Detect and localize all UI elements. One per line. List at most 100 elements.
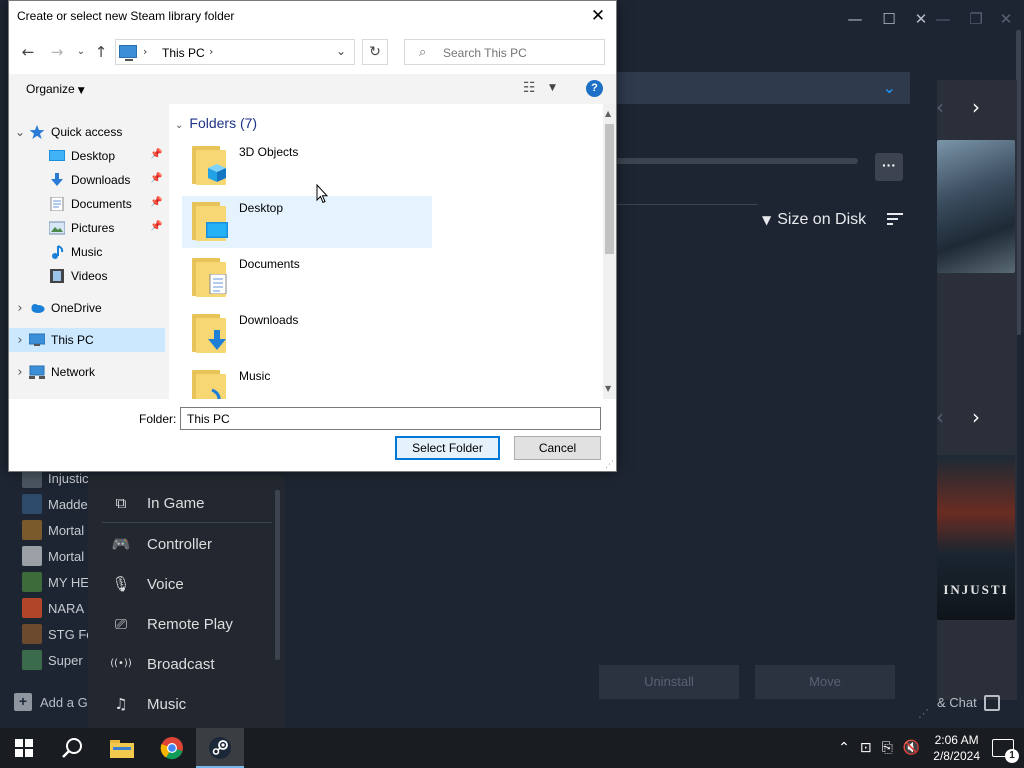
scroll-down-icon[interactable]: ▼ [605, 384, 611, 393]
game-name: NARA [48, 600, 85, 616]
close-icon[interactable]: ✕ [588, 5, 608, 27]
volume-muted-icon[interactable]: 🔇 [903, 740, 920, 756]
folder-item[interactable]: Music [182, 364, 432, 399]
settings-menu-item[interactable]: ♫ Music [110, 695, 186, 713]
game-list-item[interactable]: Madde [0, 491, 95, 517]
game-list-item[interactable]: NARA [0, 595, 95, 621]
resize-grip-icon[interactable]: ⋰ [605, 460, 614, 470]
nav-tree-item[interactable]: ⌄ Quick access [9, 120, 165, 144]
scrollbar-thumb[interactable] [605, 124, 614, 254]
notification-badge: 1 [1005, 749, 1019, 763]
game-list-item[interactable]: Mortal [0, 543, 95, 569]
caret-down-icon[interactable]: ▼ [549, 83, 556, 93]
outer-close-icon[interactable]: ✕ [995, 8, 1017, 30]
refresh-icon[interactable]: ↻ [362, 39, 388, 65]
nav-tree-item[interactable]: Videos [9, 264, 165, 288]
nav-tree-item[interactable]: Desktop 📌 [9, 144, 165, 168]
nav-tree-item[interactable]: Music [9, 240, 165, 264]
sort-dropdown[interactable]: ▼ Size on Disk [762, 211, 866, 229]
pin-icon[interactable]: 📌 [150, 173, 162, 184]
breadcrumb-separator[interactable]: › [209, 45, 213, 58]
chevron-down-icon[interactable]: ⌄ [13, 125, 27, 139]
network-icon[interactable]: ⎘ [882, 740, 893, 756]
friends-icon[interactable] [984, 695, 1000, 711]
game-artwork[interactable]: INJUSTI [937, 455, 1015, 620]
maximize-icon[interactable]: ☐ [878, 8, 900, 30]
nav-tree-item[interactable]: Documents 📌 [9, 192, 165, 216]
chevron-right-icon[interactable]: › [13, 365, 27, 380]
nav-tree-item[interactable]: › This PC [9, 328, 165, 352]
nav-tree-item[interactable]: › OneDrive [9, 296, 165, 320]
clock[interactable]: 2:06 AM 2/8/2024 [933, 732, 980, 764]
pin-icon[interactable]: 📌 [150, 149, 162, 160]
organize-menu[interactable]: Organize ▼ [26, 82, 85, 96]
cancel-button[interactable]: Cancel [514, 436, 601, 460]
pin-icon[interactable]: 📌 [150, 221, 162, 232]
uninstall-button[interactable]: Uninstall [599, 665, 739, 699]
settings-menu-item[interactable]: 🎮 Controller [110, 535, 212, 553]
drive-selector[interactable]: ⌄ [600, 72, 910, 104]
up-arrow-icon[interactable]: ↑ [91, 41, 111, 63]
help-icon[interactable]: ? [586, 80, 603, 97]
view-options-icon[interactable]: ☷ [523, 80, 536, 96]
search-box[interactable]: ⌕ [404, 39, 605, 65]
folder-item[interactable]: Documents [182, 252, 432, 304]
move-button[interactable]: Move [755, 665, 895, 699]
steam-logo-icon [209, 737, 231, 759]
outer-minimize-icon[interactable]: — [932, 8, 954, 30]
add-game-button[interactable]: + Add a Ga [14, 693, 95, 711]
folder-name: Documents [239, 257, 300, 271]
chevron-left-icon[interactable]: ‹ [936, 95, 944, 119]
chevron-right-icon[interactable]: › [13, 301, 27, 316]
game-list-item[interactable]: Super [0, 647, 95, 673]
nav-tree-item[interactable]: Pictures 📌 [9, 216, 165, 240]
folder-item[interactable]: Desktop [182, 196, 432, 248]
back-arrow-icon[interactable]: ← [18, 41, 38, 63]
settings-menu-item[interactable]: 🎙 Voice [110, 575, 183, 593]
folders-group-header[interactable]: ⌄ Folders (7) [175, 115, 257, 131]
forward-arrow-icon[interactable]: → [47, 41, 67, 63]
taskbar: ⌃ ⊡ ⎘ 🔇 2:06 AM 2/8/2024 1 [0, 728, 1024, 768]
resize-grip-icon[interactable]: ⋰ [918, 707, 929, 720]
chevron-right-icon[interactable]: › [972, 95, 980, 119]
address-bar[interactable]: › This PC › ⌄ [115, 39, 355, 65]
start-button[interactable] [0, 728, 48, 768]
outer-restore-icon[interactable]: ❐ [965, 8, 987, 30]
chevron-down-icon[interactable]: ⌄ [336, 44, 346, 58]
notification-icon[interactable]: 1 [992, 739, 1019, 763]
breadcrumb-this-pc[interactable]: This PC [162, 46, 205, 60]
nav-tree-item[interactable]: Downloads 📌 [9, 168, 165, 192]
steam-taskbar-button[interactable] [196, 728, 244, 768]
chevron-up-icon[interactable]: ⌃ [838, 740, 850, 756]
chrome-button[interactable] [148, 728, 196, 768]
nav-tree-item[interactable]: › Network [9, 360, 165, 384]
folder-view-scrollbar[interactable]: ▲ ▼ [603, 104, 616, 399]
scroll-up-icon[interactable]: ▲ [605, 109, 611, 118]
game-list-item[interactable]: STG Fo [0, 621, 95, 647]
search-button[interactable] [48, 728, 96, 768]
friends-chat-label[interactable]: & Chat [937, 695, 977, 710]
game-list-item[interactable]: MY HE [0, 569, 95, 595]
select-folder-button[interactable]: Select Folder [395, 436, 500, 460]
steam-tray-icon[interactable]: ⊡ [860, 740, 872, 756]
game-list-item[interactable]: Mortal [0, 517, 95, 543]
minimize-icon[interactable]: — [844, 8, 866, 30]
sort-lines-icon[interactable] [887, 213, 903, 227]
more-options-button[interactable]: ··· [875, 153, 903, 181]
settings-menu-item[interactable]: ⧉ In Game [110, 494, 205, 512]
close-icon[interactable]: ✕ [910, 8, 932, 30]
game-artwork[interactable] [937, 140, 1015, 273]
settings-menu-item[interactable]: ((•)) Broadcast [110, 655, 214, 673]
folder-field[interactable] [180, 407, 601, 430]
folder-item[interactable]: 3D Objects [182, 140, 432, 192]
chevron-right-icon[interactable]: › [972, 405, 980, 429]
recent-locations-icon[interactable]: ⌄ [71, 41, 91, 63]
file-explorer-button[interactable] [98, 728, 146, 768]
settings-menu-item[interactable]: ⎚ Remote Play [110, 615, 233, 633]
chevron-right-icon[interactable]: › [13, 333, 27, 348]
folder-item[interactable]: Downloads [182, 308, 432, 360]
menu-scrollbar[interactable] [275, 490, 280, 660]
chevron-left-icon[interactable]: ‹ [936, 405, 944, 429]
search-input[interactable] [443, 44, 598, 61]
pin-icon[interactable]: 📌 [150, 197, 162, 208]
